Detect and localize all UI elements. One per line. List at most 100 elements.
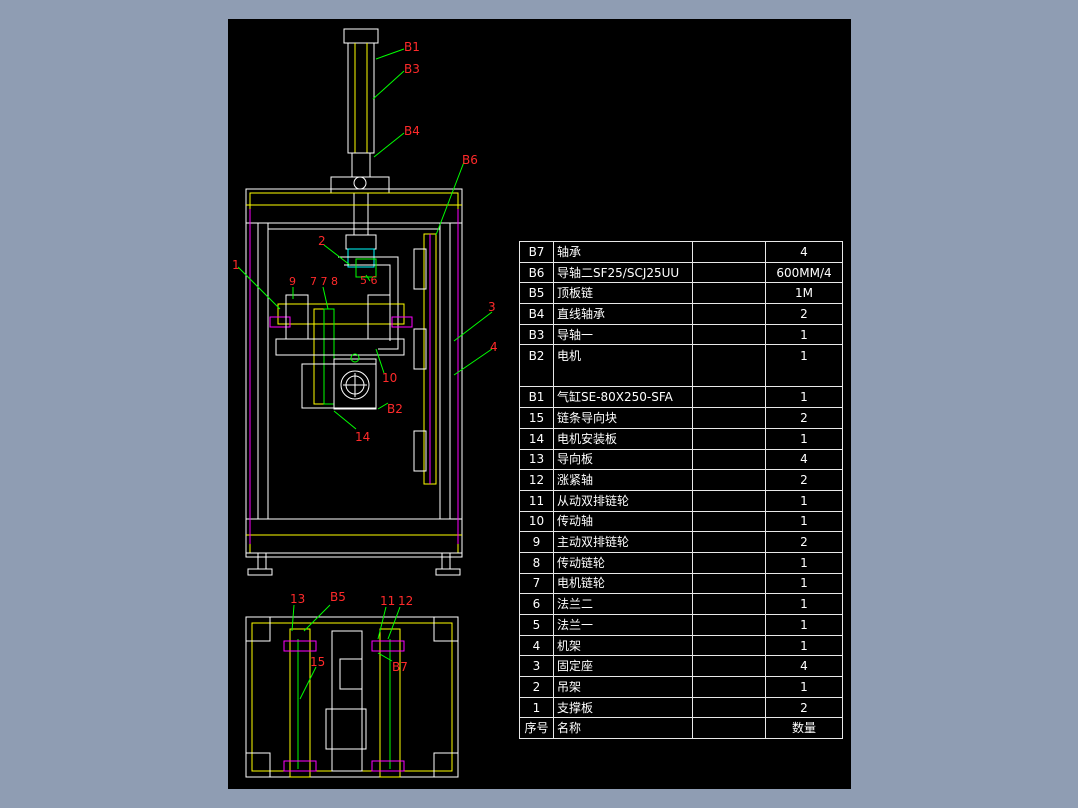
bom-no: 2 xyxy=(519,676,554,698)
cylinder-assembly xyxy=(330,28,390,268)
bom-qty: 1 xyxy=(765,593,843,615)
bom-spacer xyxy=(692,469,766,491)
bom-qty: 1 xyxy=(765,510,843,533)
bom-row: 9 主动双排链轮 2 xyxy=(519,531,843,553)
bom-row: 15 链条导向块 2 xyxy=(519,407,843,429)
bom-row: 5 法兰一 1 xyxy=(519,614,843,636)
bom-name: 气缸SE-80X250-SFA xyxy=(553,386,693,409)
bom-qty: 1 xyxy=(765,572,843,595)
plan-view xyxy=(245,616,459,778)
bom-qty: 4 xyxy=(765,448,843,471)
bom-qty: 2 xyxy=(765,303,843,325)
bom-spacer xyxy=(692,593,766,615)
bom-name: 从动双排链轮 xyxy=(553,489,693,512)
bom-row: B3 导轴一 1 xyxy=(519,323,843,346)
bom-name: 支撑板 xyxy=(553,696,693,719)
bom-spacer xyxy=(692,489,766,512)
callout-15: 15 xyxy=(310,655,325,669)
bom-row: 13 导向板 4 xyxy=(519,448,843,471)
callout-b4: B4 xyxy=(404,124,420,138)
bom-name: 导轴二SF25/SCJ25UU xyxy=(553,261,693,284)
header-name: 名称 xyxy=(553,717,693,740)
bom-name: 链条导向块 xyxy=(553,407,693,429)
callout-b5: B5 xyxy=(330,590,346,604)
bom-row: B1 气缸SE-80X250-SFA 1 xyxy=(519,386,843,409)
bom-qty: 2 xyxy=(765,531,843,553)
bom-qty: 2 xyxy=(765,696,843,719)
bom-row: 1 支撑板 2 xyxy=(519,696,843,719)
bom-row: 3 固定座 4 xyxy=(519,655,843,678)
callout-7-7-8: 7 7 8 xyxy=(310,275,338,288)
bom-spacer xyxy=(692,303,766,325)
bom-spacer xyxy=(692,655,766,678)
bom-spacer xyxy=(692,510,766,533)
bom-spacer xyxy=(692,572,766,595)
motor xyxy=(301,353,377,410)
bom-row: B6 导轴二SF25/SCJ25UU 600MM/4 xyxy=(519,261,843,284)
bom-no: 14 xyxy=(519,427,554,450)
bom-no: 8 xyxy=(519,551,554,574)
bom-name: 法兰一 xyxy=(553,614,693,636)
bom-no: 10 xyxy=(519,510,554,533)
bom-no: 12 xyxy=(519,469,554,491)
callout-b1: B1 xyxy=(404,40,420,54)
bom-spacer xyxy=(692,531,766,553)
bom-spacer xyxy=(692,386,766,409)
guide-rail xyxy=(413,233,437,485)
bom-name: 固定座 xyxy=(553,655,693,678)
bom-qty: 2 xyxy=(765,407,843,429)
bom-header-row: 序号 名称 数量 xyxy=(519,717,843,740)
bom-spacer xyxy=(692,676,766,698)
header-spacer xyxy=(692,717,766,740)
callout-b2: B2 xyxy=(387,402,403,416)
bom-row: 11 从动双排链轮 1 xyxy=(519,489,843,512)
bom-name: 传动链轮 xyxy=(553,551,693,574)
leader-lines xyxy=(237,48,493,700)
bom-row: 12 涨紧轴 2 xyxy=(519,469,843,491)
callout-12: 12 xyxy=(398,594,413,608)
bom-qty: 4 xyxy=(765,241,843,263)
bom-no: B6 xyxy=(519,261,554,284)
bom-spacer xyxy=(692,551,766,574)
bom-qty: 1 xyxy=(765,386,843,409)
bom-spacer xyxy=(692,261,766,284)
bom-name: 导轴一 xyxy=(553,323,693,346)
bom-name: 法兰二 xyxy=(553,593,693,615)
bom-qty: 1 xyxy=(765,676,843,698)
bom-spacer xyxy=(692,634,766,657)
bom-name: 主动双排链轮 xyxy=(553,531,693,553)
callout-4: 4 xyxy=(490,340,498,354)
bom-name: 传动轴 xyxy=(553,510,693,533)
bom-qty: 1 xyxy=(765,323,843,346)
bom-no: 15 xyxy=(519,407,554,429)
bom-spacer xyxy=(692,407,766,429)
bom-spacer xyxy=(692,241,766,263)
callout-11: 11 xyxy=(380,594,395,608)
callout-b6: B6 xyxy=(462,153,478,167)
bom-name: 涨紧轴 xyxy=(553,469,693,491)
bom-row: B5 顶板链 1M xyxy=(519,282,843,305)
bom-name: 直线轴承 xyxy=(553,303,693,325)
bom-row: 14 电机安装板 1 xyxy=(519,427,843,450)
bom-no: B3 xyxy=(519,323,554,346)
bom-no: 6 xyxy=(519,593,554,615)
bom-no: 3 xyxy=(519,655,554,678)
bom-spacer xyxy=(692,282,766,305)
bom-no: 13 xyxy=(519,448,554,471)
callout-1: 1 xyxy=(232,258,240,272)
bom-no: 11 xyxy=(519,489,554,512)
bom-no: 4 xyxy=(519,634,554,657)
bom-qty: 600MM/4 xyxy=(765,261,843,284)
bom-name: 电机安装板 xyxy=(553,427,693,450)
bom-spacer xyxy=(692,344,766,388)
callout-b7: B7 xyxy=(392,660,408,674)
bom-row: B2 电机 1 xyxy=(519,344,843,388)
callout-9: 9 xyxy=(289,275,296,288)
header-qty: 数量 xyxy=(765,717,843,740)
bom-no: 9 xyxy=(519,531,554,553)
bom-qty: 1 xyxy=(765,634,843,657)
bom-no: 7 xyxy=(519,572,554,595)
bom-qty: 1 xyxy=(765,427,843,450)
bill-of-materials: B7 轴承 4 B6 导轴二SF25/SCJ25UU 600MM/4 B5 顶板链 1M B4 直线… xyxy=(519,241,843,740)
bom-qty: 1 xyxy=(765,344,843,388)
